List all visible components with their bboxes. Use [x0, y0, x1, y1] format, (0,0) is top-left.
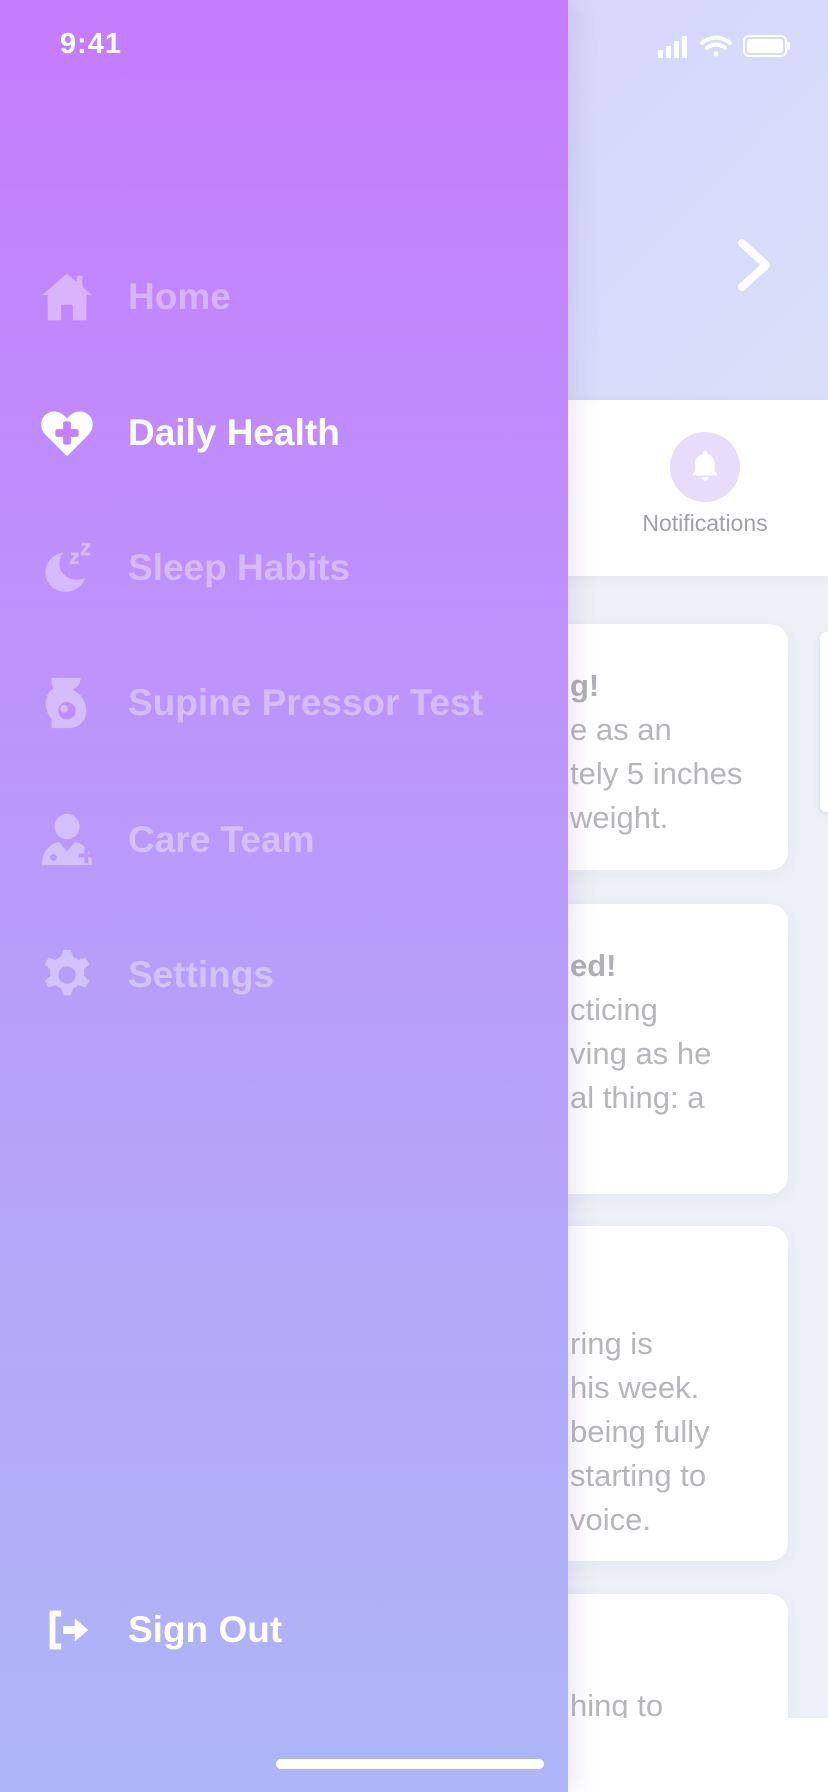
card-text: his week.	[570, 1370, 700, 1405]
status-icons	[656, 32, 792, 60]
moon-zzz-icon	[36, 537, 98, 599]
card-text: ving as he	[570, 1036, 712, 1071]
signal-icon	[658, 36, 687, 58]
card-text: al thing: a	[570, 1080, 705, 1115]
pregnancy-icon	[36, 672, 98, 734]
menu-item-label: Settings	[128, 954, 274, 995]
app-screen: Notifications g! e as an tely 5 inches w…	[0, 0, 828, 1792]
next-card-peek	[820, 632, 828, 812]
gear-icon	[36, 944, 98, 1006]
chevron-right-icon[interactable]	[730, 235, 778, 295]
home-icon	[36, 266, 98, 328]
sign-out-icon	[36, 1599, 98, 1661]
card-text: e as an	[570, 712, 672, 747]
notifications-button[interactable]	[670, 432, 740, 502]
card-text: ring is	[570, 1326, 653, 1361]
bell-icon	[686, 446, 724, 489]
card-text: tely 5 inches	[570, 756, 743, 791]
menu-item-label: Care Team	[128, 819, 315, 860]
card-title: ed!	[570, 948, 617, 983]
wifi-icon	[700, 35, 732, 57]
doctor-icon	[36, 809, 98, 871]
menu-item-label: Daily Health	[128, 412, 340, 453]
menu-item-daily-health[interactable]: Daily Health	[36, 398, 556, 468]
card-text: voice.	[570, 1502, 651, 1537]
menu-item-home[interactable]: Home	[36, 262, 556, 332]
menu-item-care-team[interactable]: Care Team	[36, 805, 556, 875]
home-indicator[interactable]	[276, 1759, 544, 1769]
sign-out-label: Sign Out	[128, 1609, 283, 1650]
menu-item-settings[interactable]: Settings	[36, 940, 556, 1010]
heart-plus-icon	[36, 402, 98, 464]
card-text: starting to	[570, 1458, 707, 1493]
card-text: being fully	[570, 1414, 710, 1449]
battery-icon	[743, 35, 790, 57]
menu-item-label: Home	[128, 276, 231, 317]
sign-out-button[interactable]: Sign Out	[36, 1595, 556, 1665]
card-text: cticing	[570, 992, 658, 1027]
status-time: 9:41	[60, 28, 123, 60]
menu-item-sleep-habits[interactable]: Sleep Habits	[36, 533, 556, 603]
card-title: g!	[570, 668, 600, 703]
menu-item-label: Sleep Habits	[128, 547, 351, 588]
menu-item-supine-pressor-test[interactable]: Supine Pressor Test	[36, 668, 556, 738]
navigation-drawer: Home Daily Health Sleep Habits Supine Pr…	[0, 0, 568, 1792]
notifications-label: Notifications	[642, 510, 768, 536]
card-text: weight.	[570, 800, 669, 835]
menu-item-label: Supine Pressor Test	[128, 682, 484, 723]
